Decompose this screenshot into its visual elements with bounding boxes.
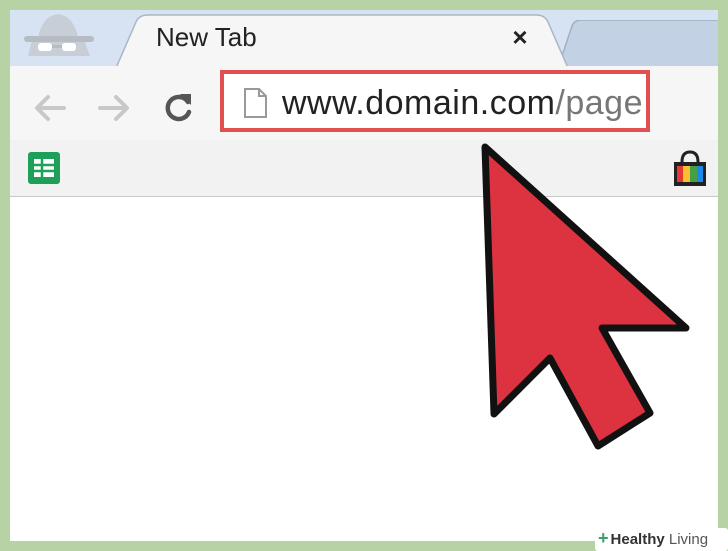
cursor-arrow-annotation [481,143,690,450]
watermark-logo: + Healthy Living [595,528,728,551]
plus-icon: + [598,528,609,548]
watermark-healthy: Healthy [610,531,665,548]
watermark-living: Living [664,531,709,548]
browser-window: New Tab × www.domain.com/page [10,10,718,541]
